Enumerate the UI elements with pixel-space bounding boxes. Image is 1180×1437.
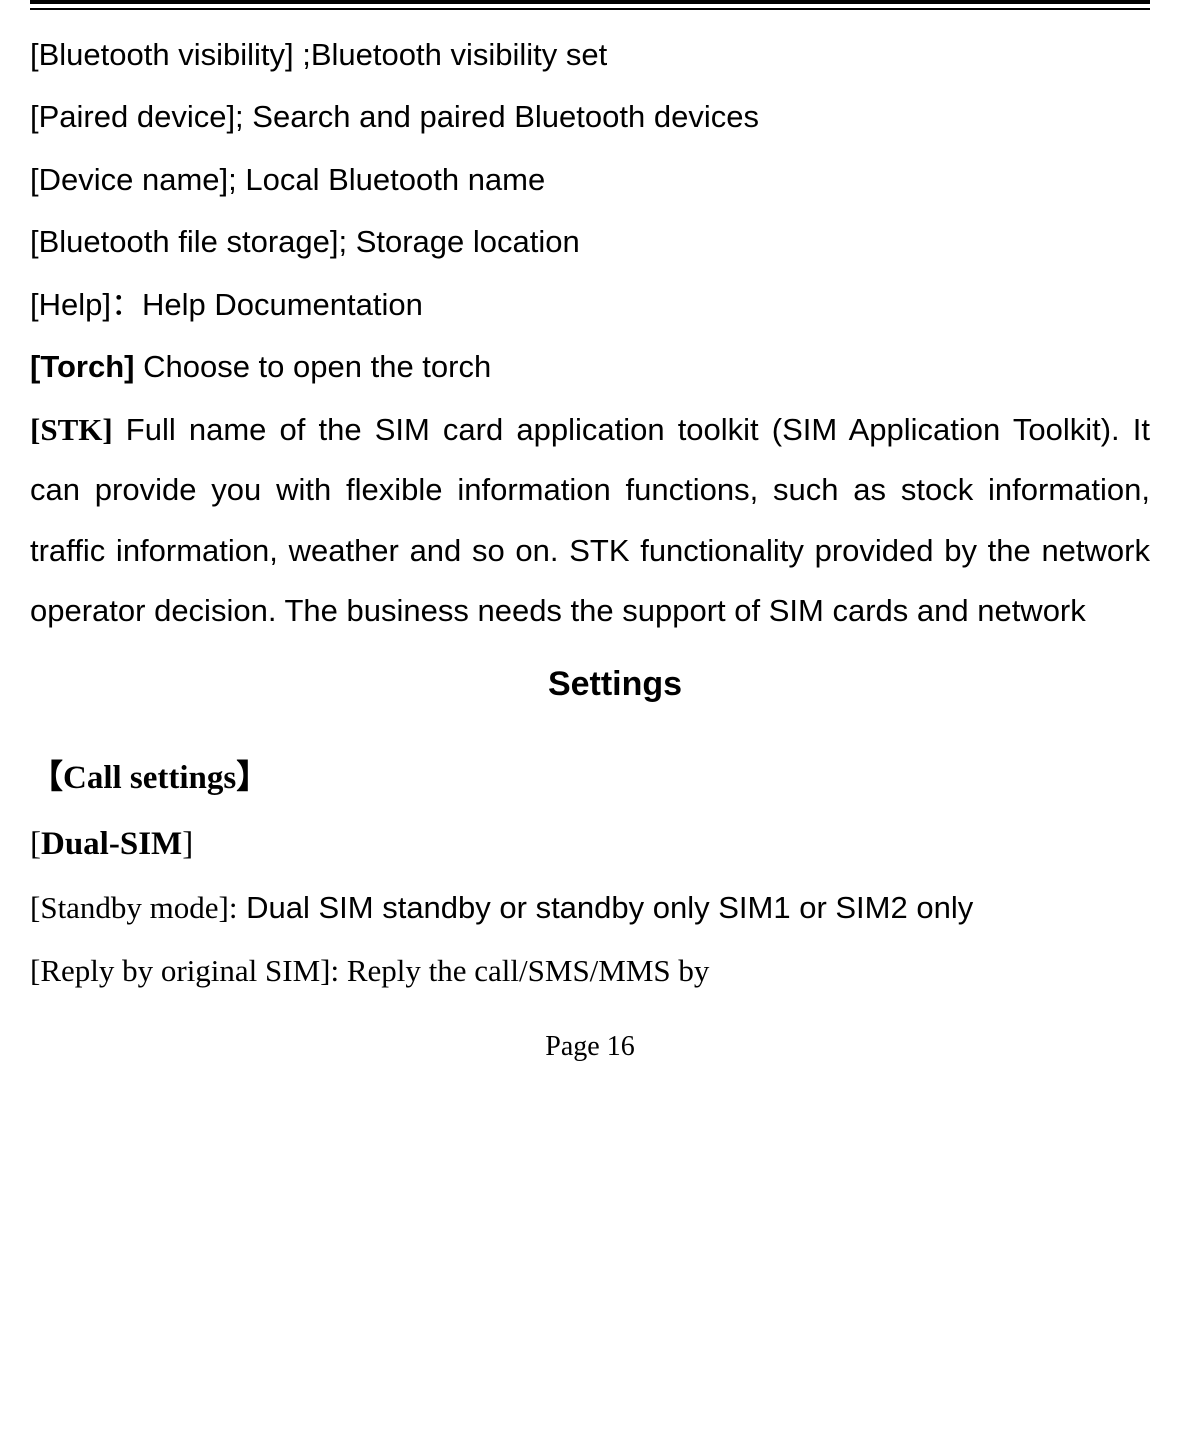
- torch-label: [Torch]: [30, 349, 134, 384]
- bluetooth-file-storage-line: [Bluetooth file storage]; Storage locati…: [30, 212, 1150, 272]
- reply-by-original-sim-line: [Reply by original SIM]: Reply the call/…: [30, 941, 1150, 1001]
- reply-text: Reply the call/SMS/MMS by: [347, 953, 710, 988]
- paired-device-line: [Paired device]; Search and paired Bluet…: [30, 87, 1150, 147]
- torch-text: Choose to open the torch: [134, 349, 491, 384]
- stk-text: Full name of the SIM card application to…: [30, 412, 1150, 628]
- torch-line: [Torch] Choose to open the torch: [30, 337, 1150, 397]
- document-content: [Bluetooth visibility] ;Bluetooth visibi…: [30, 25, 1150, 1001]
- standby-mode-line: [Standby mode]: Dual SIM standby or stan…: [30, 878, 1150, 938]
- dual-sim-label: Dual-SIM: [41, 826, 182, 862]
- stk-label: [STK]: [30, 412, 113, 447]
- help-line: [Help]：Help Documentation: [30, 275, 1150, 335]
- horizontal-rule: [30, 0, 1150, 10]
- standby-text: Dual SIM standby or standby only SIM1 or…: [238, 890, 974, 925]
- page-number: Page 16: [30, 1031, 1150, 1063]
- bluetooth-visibility-line: [Bluetooth visibility] ;Bluetooth visibi…: [30, 25, 1150, 85]
- bracket-close: ]: [182, 826, 193, 862]
- dual-sim-heading: [Dual-SIM]: [30, 812, 1150, 876]
- bracket-open: [: [30, 826, 41, 862]
- call-settings-heading: 【Call settings】: [30, 746, 1150, 810]
- reply-label: [Reply by original SIM]:: [30, 953, 347, 988]
- settings-heading: Settings: [30, 651, 1150, 717]
- device-name-line: [Device name]; Local Bluetooth name: [30, 150, 1150, 210]
- standby-label: [Standby mode]:: [30, 890, 238, 925]
- stk-paragraph: [STK] Full name of the SIM card applicat…: [30, 400, 1150, 642]
